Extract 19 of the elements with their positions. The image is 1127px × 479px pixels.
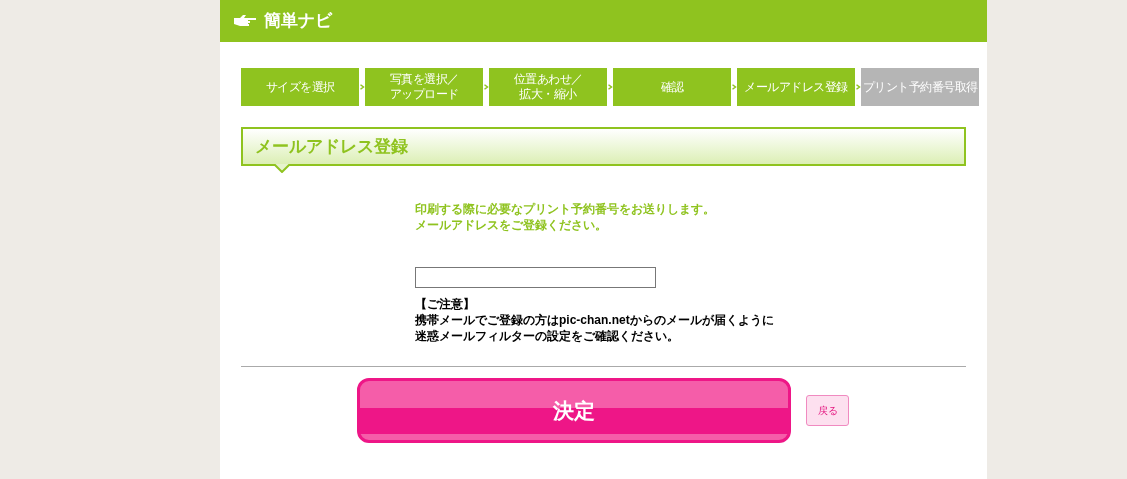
back-button[interactable]: 戻る (806, 395, 849, 426)
intro-text: 印刷する際に必要なプリント予約番号をお送りします。 (415, 201, 716, 217)
notice-heading: 【ご注意】 (415, 296, 476, 312)
step-label: 確認 (660, 79, 684, 95)
step-label: サイズを選択 (265, 79, 335, 95)
step-label: 拡大・縮小 (519, 87, 577, 102)
step-label: アップロード (389, 87, 459, 102)
section-title: メールアドレス登録 (255, 135, 408, 158)
step-label: 写真を選択／ (389, 72, 459, 87)
notice-text: 携帯メールでご登録の方はpic-chan.netからのメールが届くように (415, 312, 775, 328)
intro-text: メールアドレスをご登録ください。 (415, 217, 608, 233)
step-label: メールアドレス登録 (744, 79, 848, 95)
submit-button[interactable]: 決定 (357, 378, 791, 443)
email-input-field[interactable] (415, 267, 656, 288)
step-label: プリント予約番号取得 (862, 79, 978, 95)
header-title: 簡単ナビ (264, 10, 332, 33)
pointing-hand-icon (234, 15, 256, 27)
notice-text: 迷惑メールフィルターの設定をご確認ください。 (415, 328, 680, 344)
step-label: 位置あわせ／ (513, 72, 583, 87)
